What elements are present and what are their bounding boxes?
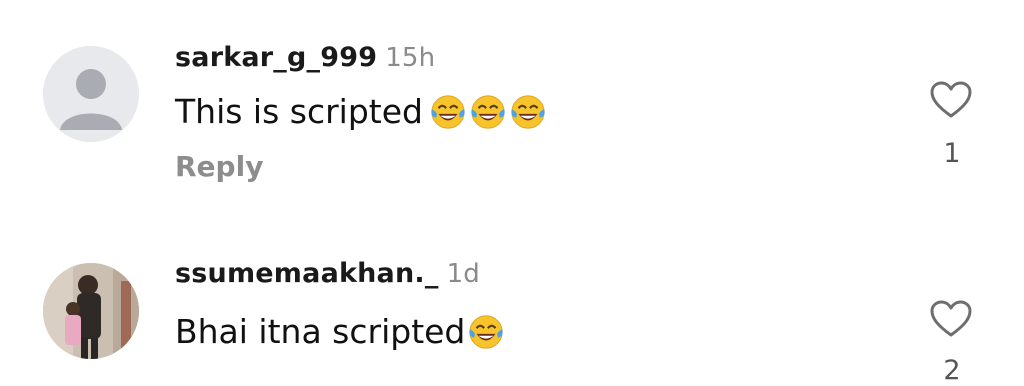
comment-username[interactable]: ssumemaakhan._ 1d <box>175 258 480 289</box>
comment-body: This is scripted <box>175 92 423 131</box>
face-with-tears-of-joy-icon <box>511 94 545 129</box>
comment-timestamp: 1d <box>446 259 481 289</box>
like-count: 1 <box>943 138 961 169</box>
heart-icon[interactable] <box>929 299 973 339</box>
username-text[interactable]: ssumemaakhan._ <box>175 258 439 289</box>
comment-text: This is scripted <box>175 92 547 131</box>
comment-body: Bhai itna scripted <box>175 312 466 351</box>
comment-item: sarkar_g_999 15h This is scripted Reply … <box>0 0 1024 215</box>
face-with-tears-of-joy-icon <box>469 314 504 349</box>
reply-button[interactable]: Reply <box>175 150 263 183</box>
avatar[interactable] <box>43 263 139 359</box>
username-text[interactable]: sarkar_g_999 <box>175 42 377 73</box>
comment-text: Bhai itna scripted <box>175 312 505 351</box>
comment-username[interactable]: sarkar_g_999 15h <box>175 42 435 73</box>
heart-icon[interactable] <box>929 80 973 120</box>
comment-item: ssumemaakhan._ 1d Bhai itna scripted 2 <box>0 215 1024 386</box>
user-photo <box>43 263 139 359</box>
avatar[interactable] <box>43 46 139 142</box>
face-with-tears-of-joy-icon <box>471 94 505 129</box>
default-avatar-icon <box>43 46 139 142</box>
face-with-tears-of-joy-icon <box>431 94 465 129</box>
comment-timestamp: 15h <box>385 43 436 73</box>
like-count: 2 <box>943 355 961 386</box>
